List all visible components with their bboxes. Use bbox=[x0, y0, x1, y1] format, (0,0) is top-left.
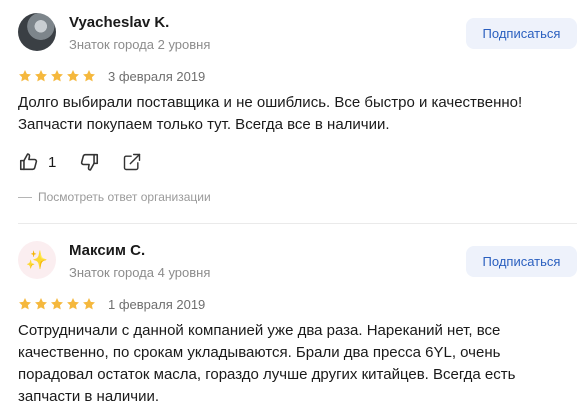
share-button[interactable] bbox=[122, 152, 142, 172]
star-icon bbox=[35, 298, 47, 310]
divider bbox=[18, 223, 577, 224]
star-icon bbox=[83, 298, 95, 310]
like-button[interactable]: 1 bbox=[18, 151, 56, 173]
star-icon bbox=[67, 70, 79, 82]
thumbs-up-icon bbox=[19, 153, 38, 171]
sparkles-icon: ✨ bbox=[25, 249, 49, 270]
star-icon bbox=[67, 298, 79, 310]
star-icon bbox=[51, 70, 63, 82]
like-count: 1 bbox=[48, 153, 57, 171]
org-answer-link[interactable]: Посмотреть ответ организации bbox=[18, 190, 211, 204]
avatar[interactable]: ✨ bbox=[18, 241, 56, 279]
author-name[interactable]: Vyacheslav K. bbox=[69, 14, 169, 31]
review-actions: 1 bbox=[18, 151, 142, 173]
author-level: Знаток города 2 уровня bbox=[69, 37, 211, 52]
subscribe-button[interactable]: Подписаться bbox=[466, 18, 577, 49]
share-icon bbox=[124, 153, 141, 171]
thumbs-down-icon bbox=[81, 153, 99, 171]
review-text: Сотрудничали с данной компанией уже два … bbox=[18, 322, 516, 405]
review-date: 3 февраля 2019 bbox=[108, 69, 206, 84]
avatar[interactable] bbox=[18, 13, 56, 51]
star-icon bbox=[35, 70, 47, 82]
review-date: 1 февраля 2019 bbox=[108, 297, 206, 312]
review-text: Долго выбирали поставщика и не ошиблись.… bbox=[18, 94, 523, 133]
org-answer-line bbox=[18, 196, 32, 198]
rating-stars bbox=[18, 297, 96, 311]
author-level: Знаток города 4 уровня bbox=[69, 265, 211, 280]
org-answer-label: Посмотреть ответ организации bbox=[38, 190, 211, 204]
star-icon bbox=[19, 70, 31, 82]
author-name[interactable]: Максим С. bbox=[69, 242, 145, 259]
star-icon bbox=[19, 298, 31, 310]
rating-stars bbox=[18, 69, 96, 83]
star-icon bbox=[51, 298, 63, 310]
dislike-button[interactable] bbox=[78, 151, 100, 173]
star-icon bbox=[83, 70, 95, 82]
subscribe-button[interactable]: Подписаться bbox=[466, 246, 577, 277]
